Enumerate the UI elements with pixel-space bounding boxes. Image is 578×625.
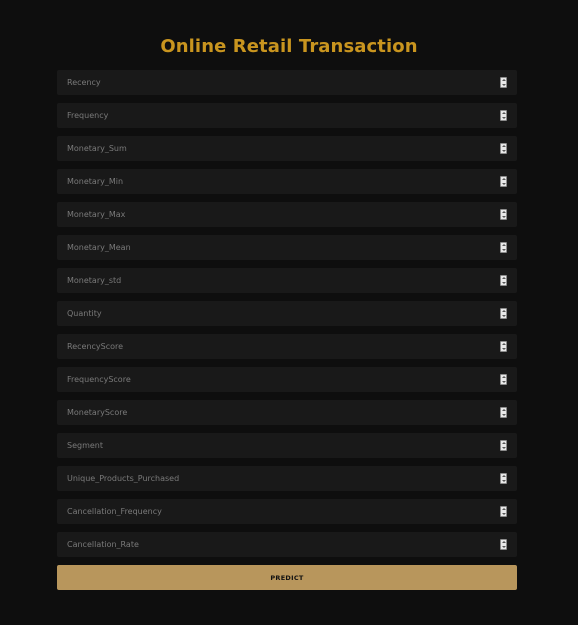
field-recency-score bbox=[57, 334, 517, 359]
number-spinner-icon[interactable] bbox=[500, 341, 507, 352]
recency-score-input[interactable] bbox=[57, 334, 517, 359]
segment-input[interactable] bbox=[57, 433, 517, 458]
field-unique-products-purchased bbox=[57, 466, 517, 491]
number-spinner-icon[interactable] bbox=[500, 407, 507, 418]
number-spinner-icon[interactable] bbox=[500, 308, 507, 319]
monetary-mean-input[interactable] bbox=[57, 235, 517, 260]
field-cancellation-frequency bbox=[57, 499, 517, 524]
recency-input[interactable] bbox=[57, 70, 517, 95]
field-monetary-mean bbox=[57, 235, 517, 260]
field-segment bbox=[57, 433, 517, 458]
monetary-max-input[interactable] bbox=[57, 202, 517, 227]
monetary-score-input[interactable] bbox=[57, 400, 517, 425]
number-spinner-icon[interactable] bbox=[500, 473, 507, 484]
field-monetary-sum bbox=[57, 136, 517, 161]
field-frequency-score bbox=[57, 367, 517, 392]
monetary-sum-input[interactable] bbox=[57, 136, 517, 161]
unique-products-purchased-input[interactable] bbox=[57, 466, 517, 491]
quantity-input[interactable] bbox=[57, 301, 517, 326]
prediction-form: PREDICT bbox=[57, 70, 517, 590]
number-spinner-icon[interactable] bbox=[500, 77, 507, 88]
field-recency bbox=[57, 70, 517, 95]
number-spinner-icon[interactable] bbox=[500, 374, 507, 385]
number-spinner-icon[interactable] bbox=[500, 440, 507, 451]
number-spinner-icon[interactable] bbox=[500, 143, 507, 154]
field-cancellation-rate bbox=[57, 532, 517, 557]
cancellation-rate-input[interactable] bbox=[57, 532, 517, 557]
field-monetary-score bbox=[57, 400, 517, 425]
field-monetary-max bbox=[57, 202, 517, 227]
number-spinner-icon[interactable] bbox=[500, 539, 507, 550]
number-spinner-icon[interactable] bbox=[500, 275, 507, 286]
number-spinner-icon[interactable] bbox=[500, 209, 507, 220]
page-title: Online Retail Transaction bbox=[160, 36, 418, 58]
field-frequency bbox=[57, 103, 517, 128]
frequency-score-input[interactable] bbox=[57, 367, 517, 392]
predict-button[interactable]: PREDICT bbox=[57, 565, 517, 590]
number-spinner-icon[interactable] bbox=[500, 242, 507, 253]
field-monetary-std bbox=[57, 268, 517, 293]
cancellation-frequency-input[interactable] bbox=[57, 499, 517, 524]
monetary-min-input[interactable] bbox=[57, 169, 517, 194]
monetary-std-input[interactable] bbox=[57, 268, 517, 293]
field-monetary-min bbox=[57, 169, 517, 194]
field-quantity bbox=[57, 301, 517, 326]
number-spinner-icon[interactable] bbox=[500, 176, 507, 187]
number-spinner-icon[interactable] bbox=[500, 506, 507, 517]
frequency-input[interactable] bbox=[57, 103, 517, 128]
number-spinner-icon[interactable] bbox=[500, 110, 507, 121]
